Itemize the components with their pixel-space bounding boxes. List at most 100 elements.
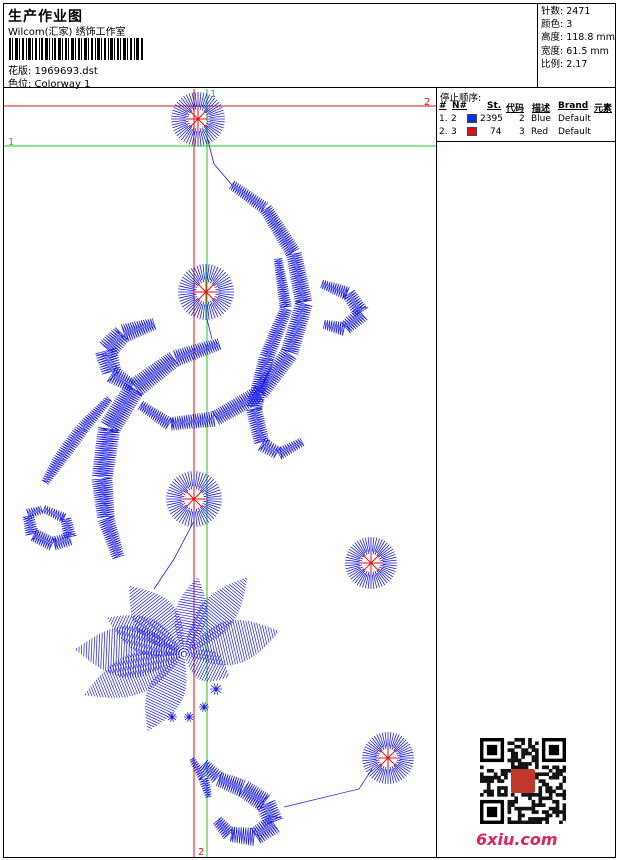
qr-module: [486, 793, 491, 797]
stop-sequence-table: # N# St. 代码 描述 Brand 元素 1. 2 2395 2 Blue…: [437, 101, 616, 140]
curl-band-small: [320, 279, 369, 336]
qr-module: [517, 744, 522, 749]
small-star: [184, 712, 194, 722]
qr-module: [545, 789, 549, 794]
qr-module: [528, 817, 532, 821]
qr-module: [521, 755, 525, 759]
qr-module: [510, 758, 515, 763]
qr-module: [538, 796, 543, 801]
qr-module: [541, 803, 546, 807]
table-row: 1. 2 2395 2 Blue Default: [437, 114, 616, 127]
design-width: 宽度: 61.5 mm: [541, 45, 609, 57]
col-needle: N#: [452, 101, 468, 111]
qr-module: [493, 772, 498, 777]
row-brand: Default: [558, 114, 591, 124]
qr-module: [545, 817, 549, 821]
qr-module: [555, 772, 560, 777]
qr-module: [538, 786, 543, 790]
qr-module: [535, 803, 539, 807]
qr-module: [531, 810, 536, 814]
qr-module: [517, 758, 522, 763]
qr-module: [562, 768, 566, 773]
row-needle: 2: [451, 114, 457, 124]
qr-module: [535, 758, 539, 763]
design-height: 高度: 118.8 mm: [541, 32, 615, 44]
qr-module: [528, 762, 532, 766]
qr-module: [514, 806, 519, 811]
qr-module: [548, 793, 553, 797]
table-header: # N# St. 代码 描述 Brand 元素: [437, 101, 616, 114]
colorway-name: 色位: Colorway 1: [8, 79, 91, 90]
qr-module: [545, 786, 549, 790]
qr-finder: [548, 744, 560, 756]
qr-module: [535, 810, 539, 814]
stitch-count: 针数: 2471: [541, 6, 591, 17]
qr-module: [538, 817, 543, 821]
bud-left: [22, 505, 78, 551]
qr-module: [514, 751, 519, 756]
table-divider: [437, 141, 616, 142]
qr-module: [555, 799, 560, 804]
qr-module: [528, 738, 532, 742]
qr-module: [514, 758, 519, 763]
qr-module: [559, 786, 563, 790]
qr-module: [483, 775, 488, 780]
qr-module: [504, 793, 508, 797]
qr-module: [528, 806, 532, 811]
row-description: Red: [531, 127, 549, 137]
qr-module: [538, 779, 543, 783]
qr-module: [507, 817, 512, 821]
stem-band-left: [91, 338, 222, 560]
leaf-band-left: [95, 318, 157, 392]
qr-module: [545, 796, 549, 801]
qr-module: [555, 810, 560, 814]
qr-module: [541, 796, 546, 801]
qr-module: [504, 772, 508, 777]
qr-module: [545, 782, 549, 787]
qr-module: [562, 810, 566, 814]
qr-module: [486, 786, 491, 790]
qr-module: [504, 775, 508, 780]
qr-module: [521, 820, 525, 824]
row-brand: Default: [558, 127, 591, 137]
qr-module: [480, 772, 484, 777]
qr-module: [517, 817, 522, 821]
qr-module: [510, 803, 515, 807]
qr-module: [510, 741, 515, 746]
qr-module: [545, 820, 549, 824]
qr-module: [559, 782, 563, 787]
qr-module: [480, 765, 484, 770]
qr-module: [510, 762, 515, 766]
qr-module: [548, 768, 553, 773]
qr-module: [562, 796, 566, 801]
col-element: 元素: [594, 104, 613, 114]
qr-module: [559, 810, 563, 814]
qr-module: [541, 810, 546, 814]
qr-module: [524, 748, 529, 752]
qr-module: [538, 772, 543, 777]
qr-module: [517, 810, 522, 814]
qr-module: [552, 806, 556, 811]
design-scale: 比例: 2.17: [541, 58, 588, 70]
qr-module: [507, 820, 512, 824]
qr-module: [531, 744, 536, 749]
qr-module: [555, 806, 560, 811]
qr-module: [545, 765, 549, 770]
qr-module: [535, 748, 539, 752]
starburst-bottom-center: [376, 746, 400, 770]
row-index: 2.: [439, 127, 448, 137]
qr-module: [490, 775, 494, 780]
qr-module: [528, 744, 532, 749]
color-swatch: [467, 114, 477, 123]
qr-module: [559, 820, 563, 824]
qr-module: [562, 775, 566, 780]
qr-module: [555, 793, 560, 797]
qr-module: [535, 762, 539, 766]
qr-module: [552, 772, 556, 777]
qr-module: [528, 751, 532, 756]
qr-module: [531, 799, 536, 804]
qr-module: [548, 806, 553, 811]
qr-module: [490, 768, 494, 773]
col-brand: Brand: [558, 101, 589, 111]
qr-module: [555, 765, 560, 770]
